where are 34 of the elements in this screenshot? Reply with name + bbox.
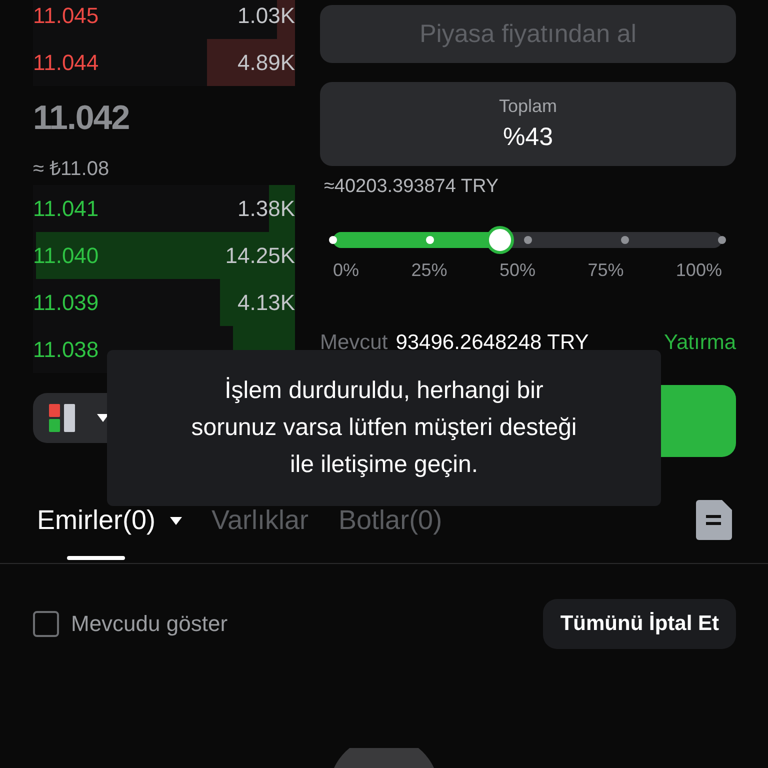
slider-dot: [329, 236, 337, 244]
slider-thumb[interactable]: [486, 226, 514, 254]
slider-dot: [718, 236, 726, 244]
amount-text: 14.25K: [225, 242, 295, 268]
show-available-checkbox[interactable]: Mevcudu göster: [33, 611, 228, 637]
slider-dot: [524, 236, 532, 244]
empty-state-icon: [334, 748, 434, 768]
document-icon[interactable]: [696, 500, 732, 540]
tab[interactable]: Emirler(0): [37, 507, 182, 560]
slider-label: 0%: [333, 260, 360, 281]
slider-label: 25%: [411, 260, 448, 281]
slider-dot: [620, 236, 629, 244]
price-text: 11.045: [33, 2, 99, 28]
estimate-text: ≈40203.393874 TRY: [324, 176, 499, 198]
total-field[interactable]: Toplam %43: [320, 82, 736, 166]
error-toast: İşlem durduruldu, herhangi bir sorunuz varsa lütfen müşteri desteği ile iletişime geçin.: [107, 350, 661, 506]
amount-text: 4.89K: [238, 50, 295, 76]
slider-label: 100%: [676, 260, 722, 281]
cancel-all-button[interactable]: Tümünü İptal Et: [543, 599, 736, 649]
amount-text: 1.03K: [238, 2, 295, 28]
fiat-price: ≈ ₺11.08: [33, 157, 110, 181]
slider-label: 50%: [499, 260, 536, 281]
price-text: 11.039: [33, 290, 99, 316]
deposit-link[interactable]: Yatırma: [664, 331, 736, 355]
price-text: 11.044: [33, 50, 99, 76]
amount-text: 1.38K: [238, 196, 295, 222]
price-text: 11.041: [33, 196, 99, 222]
caret-icon: [96, 413, 110, 423]
price-text: 11.040: [33, 242, 99, 268]
layout-icon: [48, 403, 78, 433]
last-price: 11.042: [33, 98, 130, 138]
price-text: 11.038: [33, 336, 99, 362]
slider-label: 75%: [588, 260, 624, 281]
amount-text: 4.13K: [238, 290, 295, 316]
